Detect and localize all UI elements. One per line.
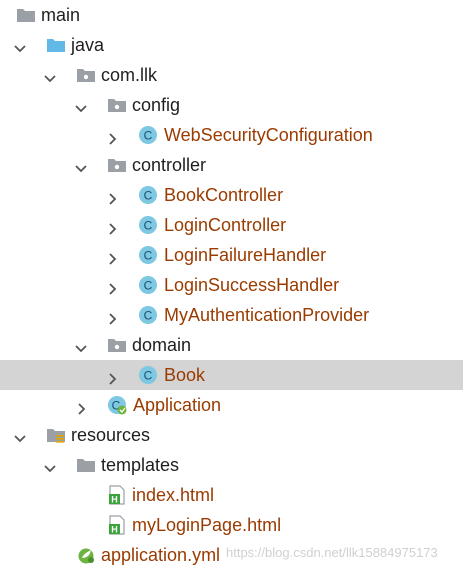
chevron-right-icon[interactable] [107,219,119,235]
html-file-icon: H [107,485,127,505]
source-folder-icon [46,35,66,55]
tree-label: templates [101,455,180,475]
folder-icon [16,5,36,25]
tree-row-index-html[interactable]: H index.html [0,480,463,510]
svg-text:C: C [144,129,153,143]
tree-label: myLoginPage.html [132,515,282,535]
tree-label: WebSecurityConfiguration [164,125,373,145]
project-tree: main java com.llk config C WebSecurityCo… [0,0,463,573]
tree-row-config[interactable]: config [0,90,463,120]
class-icon: C [138,305,158,325]
svg-text:C: C [144,219,153,233]
tree-row-java[interactable]: java [0,30,463,60]
html-file-icon: H [107,515,127,535]
tree-row-bookcontroller[interactable]: C BookController [0,180,463,210]
svg-text:H: H [111,525,118,535]
chevron-right-icon[interactable] [107,369,119,385]
tree-label: java [71,35,105,55]
tree-row-loginfailurehandler[interactable]: C LoginFailureHandler [0,240,463,270]
yml-file-icon [76,545,96,565]
chevron-down-icon[interactable] [14,39,26,53]
chevron-right-icon[interactable] [107,309,119,325]
package-icon [107,335,127,355]
tree-label: MyAuthenticationProvider [164,305,370,325]
tree-label: BookController [164,185,284,205]
resources-folder-icon [46,425,66,445]
class-icon: C [138,125,158,145]
tree-label: application.yml [101,545,221,565]
tree-label: main [41,5,81,25]
tree-row-domain[interactable]: domain [0,330,463,360]
tree-label: LoginFailureHandler [164,245,327,265]
chevron-down-icon[interactable] [14,429,26,443]
svg-text:H: H [111,495,118,505]
class-icon: C [138,185,158,205]
tree-row-logincontroller[interactable]: C LoginController [0,210,463,240]
tree-row-myloginpage-html[interactable]: H myLoginPage.html [0,510,463,540]
tree-row-main[interactable]: main [0,0,463,30]
chevron-down-icon[interactable] [75,99,87,113]
tree-row-templates[interactable]: templates [0,450,463,480]
tree-label: Book [164,365,206,385]
tree-row-resources[interactable]: resources [0,420,463,450]
package-icon [107,155,127,175]
tree-label: domain [132,335,192,355]
tree-label: Application [133,395,222,415]
chevron-right-icon[interactable] [107,249,119,265]
class-icon: C [138,275,158,295]
tree-label: LoginController [164,215,287,235]
chevron-right-icon[interactable] [76,399,88,415]
tree-row-controller[interactable]: controller [0,150,463,180]
tree-label: LoginSuccessHandler [164,275,340,295]
tree-row-book[interactable]: C Book [0,360,463,390]
class-icon: C [138,215,158,235]
chevron-right-icon[interactable] [107,189,119,205]
watermark: https://blog.csdn.net/llk15884975173 [226,545,438,560]
class-icon: C [138,245,158,265]
tree-label: index.html [132,485,215,505]
tree-label: com.llk [101,65,158,85]
chevron-down-icon[interactable] [75,339,87,353]
class-icon: C [138,365,158,385]
tree-row-websecurityconfiguration[interactable]: C WebSecurityConfiguration [0,120,463,150]
package-icon [76,65,96,85]
tree-row-myauthenticationprovider[interactable]: C MyAuthenticationProvider [0,300,463,330]
tree-label: config [132,95,181,115]
spring-boot-class-icon: C [107,395,127,415]
tree-label: resources [71,425,151,445]
svg-text:C: C [144,369,153,383]
chevron-right-icon[interactable] [107,279,119,295]
svg-text:C: C [144,279,153,293]
tree-row-com-llk[interactable]: com.llk [0,60,463,90]
svg-text:C: C [144,309,153,323]
tree-row-loginsuccesshandler[interactable]: C LoginSuccessHandler [0,270,463,300]
tree-row-application[interactable]: C Application [0,390,463,420]
svg-text:C: C [144,189,153,203]
tree-label: controller [132,155,207,175]
package-icon [107,95,127,115]
chevron-down-icon[interactable] [44,69,56,83]
folder-icon [76,455,96,475]
chevron-down-icon[interactable] [44,459,56,473]
chevron-down-icon[interactable] [75,159,87,173]
svg-text:C: C [144,249,153,263]
chevron-right-icon[interactable] [107,129,119,145]
